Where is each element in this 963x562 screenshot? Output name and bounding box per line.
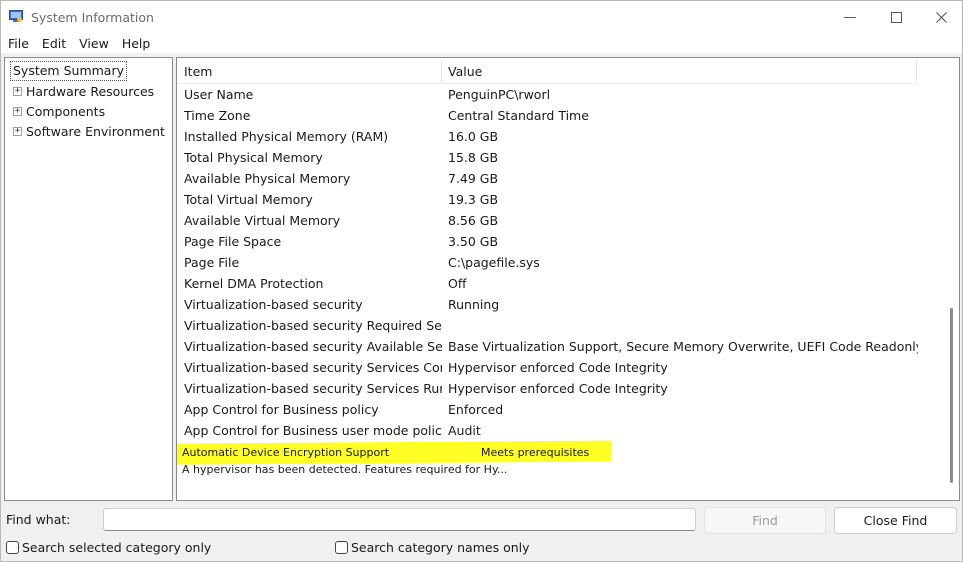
column-header-item[interactable]: Item: [184, 64, 212, 79]
minimize-button[interactable]: —: [827, 1, 873, 33]
menu-file[interactable]: File: [1, 36, 35, 51]
cell-value: Off: [448, 276, 467, 291]
cell-value: 3.50 GB: [448, 234, 499, 249]
table-row[interactable]: Available Virtual Memory 8.56 GB: [177, 211, 942, 232]
find-button[interactable]: Find: [704, 507, 826, 534]
cell-value: 16.0 GB: [448, 129, 499, 144]
cell-value: Running: [448, 297, 500, 312]
cell-item: User Name: [184, 87, 254, 102]
table-row[interactable]: Virtualization-based security Required S…: [177, 316, 942, 337]
cell-item: Total Virtual Memory: [184, 192, 313, 207]
cell-value: 7.49 GB: [448, 171, 499, 186]
table-row[interactable]: App Control for Business policy Enforced: [177, 400, 942, 421]
table-row[interactable]: Total Virtual Memory 19.3 GB: [177, 190, 942, 211]
table-row[interactable]: User Name PenguinPC\rworl: [177, 85, 942, 106]
table-row[interactable]: App Control for Business user mode polic…: [177, 421, 942, 442]
cell-item: Kernel DMA Protection: [184, 276, 324, 291]
cell-item: Total Physical Memory: [184, 150, 323, 165]
table-row[interactable]: Virtualization-based security Services R…: [177, 379, 942, 400]
search-selected-category-checkbox[interactable]: Search selected category only: [6, 540, 211, 555]
window-title: System Information: [31, 10, 154, 25]
table-row[interactable]: Page File Space 3.50 GB: [177, 232, 942, 253]
minimize-icon: —: [843, 9, 857, 25]
column-header-value[interactable]: Value: [448, 64, 482, 79]
table-row[interactable]: Page File C:\pagefile.sys: [177, 253, 942, 274]
expand-icon[interactable]: +: [13, 126, 22, 136]
cell-item: Virtualization-based security: [184, 297, 363, 312]
find-what-input[interactable]: [103, 508, 696, 531]
search-category-names-checkbox[interactable]: Search category names only: [335, 540, 530, 555]
title-bar[interactable]: System Information —: [1, 1, 962, 33]
menu-edit[interactable]: Edit: [35, 36, 72, 51]
cell-item: App Control for Business user mode polic…: [184, 423, 442, 438]
cell-item: Page File: [184, 255, 240, 270]
cell-item: Time Zone: [184, 108, 251, 123]
maximize-button[interactable]: [873, 1, 919, 33]
cell-value: Hypervisor enforced Code Integrity: [448, 360, 668, 375]
column-divider[interactable]: [441, 60, 442, 82]
cell-value: Audit: [448, 423, 481, 438]
table-row[interactable]: Virtualization-based security Running: [177, 295, 942, 316]
tree-item-label: Software Environment: [26, 123, 165, 139]
checkbox-label: Search category names only: [351, 540, 530, 555]
cell-value: 19.3 GB: [448, 192, 499, 207]
cell-item: App Control for Business policy: [184, 402, 379, 417]
table-row[interactable]: Kernel DMA Protection Off: [177, 274, 942, 295]
table-row-highlighted[interactable]: Automatic Device Encryption Support Meet…: [177, 444, 677, 462]
tree-item-label: Hardware Resources: [26, 83, 155, 99]
cell-value: PenguinPC\rworl: [448, 87, 551, 102]
table-row-description[interactable]: A hypervisor has been detected. Features…: [182, 463, 507, 476]
cell-value: Enforced: [448, 402, 504, 417]
tree-item-components[interactable]: + Components: [13, 101, 172, 121]
tree-item-system-summary[interactable]: System Summary: [10, 61, 127, 81]
menu-bar: File Edit View Help: [1, 33, 962, 53]
checkbox-box[interactable]: [6, 541, 19, 554]
vertical-scrollbar[interactable]: [943, 58, 959, 500]
checkbox-label: Search selected category only: [22, 540, 212, 555]
cell-value: C:\pagefile.sys: [448, 255, 540, 270]
cell-item: Available Physical Memory: [184, 171, 351, 186]
close-find-button[interactable]: Close Find: [834, 507, 957, 534]
cell-value: 8.56 GB: [448, 213, 499, 228]
table-row[interactable]: Virtualization-based security Services C…: [177, 358, 942, 379]
maximize-icon: [890, 11, 902, 23]
cell-item: Installed Physical Memory (RAM): [184, 129, 389, 144]
cell-item: Virtualization-based security Services C…: [184, 360, 442, 375]
cell-value: Hypervisor enforced Code Integrity: [448, 381, 668, 396]
cell-item: Page File Space: [184, 234, 282, 249]
system-information-icon: [9, 10, 23, 22]
close-button[interactable]: [918, 1, 963, 33]
cell-value: Central Standard Time: [448, 108, 589, 123]
checkbox-box[interactable]: [335, 541, 348, 554]
tree-item-label: Components: [26, 103, 106, 119]
menu-help[interactable]: Help: [115, 36, 157, 51]
table-row[interactable]: Installed Physical Memory (RAM) 16.0 GB: [177, 127, 942, 148]
close-icon: [935, 11, 947, 23]
table-row[interactable]: Total Physical Memory 15.8 GB: [177, 148, 942, 169]
list-header: Item Value: [177, 58, 917, 84]
cell-value: 15.8 GB: [448, 150, 499, 165]
cell-item: Automatic Device Encryption Support: [182, 446, 390, 459]
cell-item: Virtualization-based security Available …: [184, 339, 442, 354]
cell-value: Base Virtualization Support, Secure Memo…: [448, 339, 918, 354]
cell-value: Meets prerequisites: [481, 446, 590, 459]
tree-item-hardware-resources[interactable]: + Hardware Resources: [13, 81, 172, 101]
cell-item: Virtualization-based security Services R…: [184, 381, 442, 396]
scrollbar-thumb[interactable]: [950, 308, 953, 483]
table-row[interactable]: Time Zone Central Standard Time: [177, 106, 942, 127]
system-information-window: System Information — File Edit View Help…: [0, 0, 963, 562]
table-row[interactable]: Virtualization-based security Available …: [177, 337, 942, 358]
cell-item: Available Virtual Memory: [184, 213, 341, 228]
cell-item: Virtualization-based security Required S…: [184, 318, 442, 333]
expand-icon[interactable]: +: [13, 106, 22, 116]
expand-icon[interactable]: +: [13, 86, 22, 96]
details-list[interactable]: Item Value User Name PenguinPC\rworl Time …: [176, 57, 960, 501]
menu-view[interactable]: View: [72, 36, 115, 51]
tree-item-software-environment[interactable]: + Software Environment: [13, 121, 172, 141]
find-what-label: Find what:: [6, 512, 71, 527]
table-row[interactable]: Available Physical Memory 7.49 GB: [177, 169, 942, 190]
category-tree[interactable]: System Summary + Hardware Resources + Co…: [4, 57, 173, 501]
column-divider[interactable]: [916, 60, 917, 82]
